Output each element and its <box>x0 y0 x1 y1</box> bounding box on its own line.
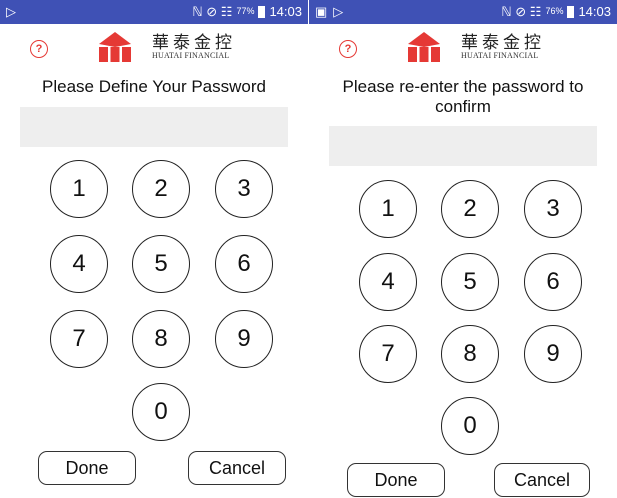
cancel-button[interactable]: Cancel <box>188 451 286 485</box>
status-bar: ▣ ▷ ℕ ⊘ ☷ 76% 14:03 <box>309 0 617 24</box>
key-6[interactable]: 6 <box>524 253 582 311</box>
key-1[interactable]: 1 <box>50 160 108 218</box>
huatai-logo-icon <box>408 32 440 62</box>
key-4[interactable]: 4 <box>359 253 417 311</box>
help-icon[interactable]: ? <box>30 40 48 58</box>
key-3[interactable]: 3 <box>215 160 273 218</box>
done-button[interactable]: Done <box>347 463 445 497</box>
key-8[interactable]: 8 <box>441 325 499 383</box>
help-icon[interactable]: ? <box>339 40 357 58</box>
key-7[interactable]: 7 <box>359 325 417 383</box>
battery-percent: 77% <box>236 6 255 16</box>
page-title: Please re-enter the password to confirm <box>342 77 584 116</box>
key-5[interactable]: 5 <box>132 235 190 293</box>
battery-icon <box>567 5 575 18</box>
network-icons: ℕ ⊘ ☷ <box>501 4 542 19</box>
key-3[interactable]: 3 <box>524 180 582 238</box>
done-button[interactable]: Done <box>38 451 136 485</box>
key-0[interactable]: 0 <box>132 383 190 441</box>
cancel-button[interactable]: Cancel <box>494 463 590 497</box>
key-9[interactable]: 9 <box>215 310 273 368</box>
password-display <box>20 107 288 147</box>
key-1[interactable]: 1 <box>359 180 417 238</box>
status-bar: ▷ ℕ ⊘ ☷ 77% 14:03 <box>0 0 308 24</box>
media-icon: ▷ <box>333 4 344 19</box>
battery-percent: 76% <box>545 6 564 16</box>
key-2[interactable]: 2 <box>441 180 499 238</box>
password-confirm-screen: ▣ ▷ ℕ ⊘ ☷ 76% 14:03 ? 華泰金控 HUATAI FINANC… <box>309 0 617 498</box>
key-8[interactable]: 8 <box>132 310 190 368</box>
brand-logo: 華泰金控 HUATAI FINANCIAL <box>406 28 576 64</box>
key-9[interactable]: 9 <box>524 325 582 383</box>
key-7[interactable]: 7 <box>50 310 108 368</box>
battery-icon <box>258 5 266 18</box>
brand-name-chinese: 華泰金控 <box>461 33 545 53</box>
network-icons: ℕ ⊘ ☷ <box>192 4 233 19</box>
key-2[interactable]: 2 <box>132 160 190 218</box>
screenshot-icon: ▣ <box>315 4 328 19</box>
password-display <box>329 126 597 166</box>
clock: 14:03 <box>578 4 611 19</box>
media-icon: ▷ <box>6 4 16 19</box>
page-title: Please Define Your Password <box>42 77 266 96</box>
brand-name-english: HUATAI FINANCIAL <box>152 51 230 60</box>
key-4[interactable]: 4 <box>50 235 108 293</box>
key-5[interactable]: 5 <box>441 253 499 311</box>
password-define-screen: ▷ ℕ ⊘ ☷ 77% 14:03 ? 華泰金控 HUATAI FINANCIA… <box>0 0 308 498</box>
clock: 14:03 <box>269 4 302 19</box>
key-0[interactable]: 0 <box>441 397 499 455</box>
key-6[interactable]: 6 <box>215 235 273 293</box>
huatai-logo-icon <box>99 32 131 62</box>
brand-name-english: HUATAI FINANCIAL <box>461 51 539 60</box>
brand-logo: 華泰金控 HUATAI FINANCIAL <box>97 28 267 64</box>
brand-name-chinese: 華泰金控 <box>152 33 236 53</box>
